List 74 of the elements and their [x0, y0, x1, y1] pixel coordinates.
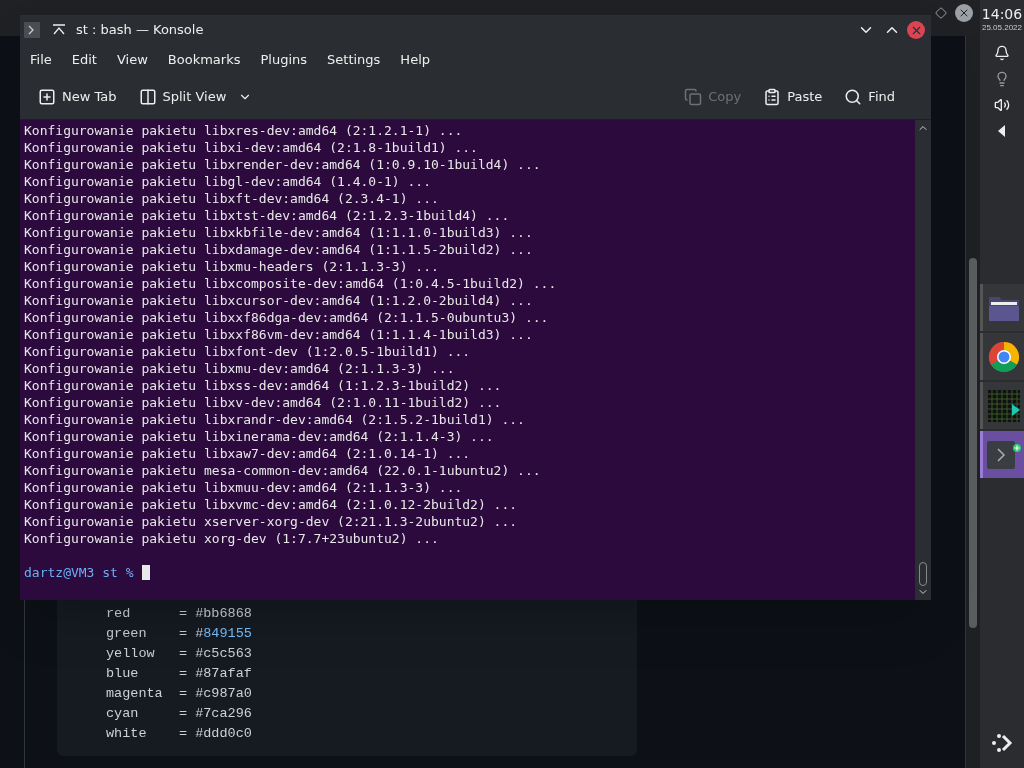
- new-tab-button[interactable]: New Tab: [36, 87, 119, 107]
- task-button[interactable]: [980, 333, 1024, 380]
- code-line: red = #bb6868: [106, 605, 253, 623]
- terminal-line: Konfigurowanie pakietu libxmuu-dev:amd64 (2:1.1.3-3) ...: [24, 479, 464, 496]
- close-icon: [958, 7, 970, 19]
- terminal-line: Konfigurowanie pakietu libxinerama-dev:amd64 (2:1.1.4-3) ...: [24, 428, 495, 445]
- close-button[interactable]: [955, 4, 973, 22]
- terminal-line: Konfigurowanie pakietu libxss-dev:amd64 (1:1.2.3-1build2) ...: [24, 377, 503, 394]
- diamond-icon[interactable]: [935, 7, 947, 19]
- menu-item[interactable]: View: [116, 50, 148, 70]
- round-logo-icon: [987, 340, 1020, 373]
- terminal-line: Konfigurowanie pakietu libxmu-headers (2:1.1.3-3) ...: [24, 258, 440, 275]
- menu-item[interactable]: Settings: [327, 50, 381, 70]
- terminal-line: Konfigurowanie pakietu libxres-dev:amd64 (2:1.2.1-1) ...: [24, 122, 464, 139]
- terminal-line: Konfigurowanie pakietu libgl-dev:amd64 (1.4.0-1) ...: [24, 173, 432, 190]
- close-button[interactable]: [907, 21, 925, 39]
- terminal-line: Konfigurowanie pakietu libxkbfile-dev:amd64 (1:1.1.0-1build3) ...: [24, 224, 534, 241]
- grid-chart-icon: [987, 389, 1020, 422]
- terminal-line: Konfigurowanie pakietu libxaw7-dev:amd64 (2:1.0.14-1) ...: [24, 445, 472, 462]
- launcher-icon[interactable]: [990, 732, 1014, 754]
- code-line: cyan = #7ca296: [106, 705, 253, 723]
- terminal-line: Konfigurowanie pakietu libxrandr-dev:amd64 (2:1.5.2-1build1) ...: [24, 411, 526, 428]
- terminal-line: Konfigurowanie pakietu libxfont-dev (1:2.0.5-1build1) ...: [24, 343, 472, 360]
- menu-item[interactable]: Edit: [71, 50, 97, 70]
- columns-icon: [138, 88, 157, 106]
- scrollbar[interactable]: [915, 120, 931, 600]
- search-icon: [844, 88, 863, 106]
- task-button[interactable]: [980, 382, 1024, 429]
- terminal-line: Konfigurowanie pakietu libxmu-dev:amd64 (2:1.1.3-3) ...: [24, 360, 456, 377]
- menu-item[interactable]: Plugins: [260, 50, 308, 70]
- window-title: st : bash — Konsole: [76, 21, 204, 40]
- code-line: green = #849155: [106, 625, 253, 643]
- lightbulb-icon[interactable]: [994, 71, 1010, 87]
- terminal-line: Konfigurowanie pakietu libxxf86dga-dev:amd64 (2:1.1.5-0ubuntu3) ...: [24, 309, 550, 326]
- terminal-line: Konfigurowanie pakietu libxxf86vm-dev:amd64 (1:1.1.4-1build3) ...: [24, 326, 534, 343]
- bell-icon[interactable]: [994, 45, 1010, 61]
- terminal-line: Konfigurowanie pakietu libxrender-dev:amd64 (1:0.9.10-1build4) ...: [24, 156, 542, 173]
- clock-date[interactable]: 25.05.2022: [981, 23, 1022, 33]
- terminal-icon: [986, 439, 1021, 470]
- menu-item[interactable]: File: [30, 50, 52, 70]
- terminal-line: Konfigurowanie pakietu xserver-xorg-dev (2:21.1.3-2ubuntu2) ...: [24, 513, 519, 530]
- menu-item[interactable]: Help: [400, 50, 430, 70]
- terminal-line: Konfigurowanie pakietu libxv-dev:amd64 (2:1.0.11-1build2) ...: [24, 394, 503, 411]
- task-button[interactable]: [980, 284, 1024, 331]
- expand-arrow-icon[interactable]: [998, 125, 1006, 137]
- clipboard-icon: [763, 88, 782, 106]
- scrollbar[interactable]: [966, 36, 980, 768]
- code-line: yellow = #c5c563: [106, 645, 253, 663]
- terminal-line: Konfigurowanie pakietu libxtst-dev:amd64 (2:1.2.3-1build4) ...: [24, 207, 511, 224]
- cursor: [141, 565, 150, 580]
- code-line: white = #ddd0c0: [106, 725, 253, 743]
- terminal-line: Konfigurowanie pakietu libxvmc-dev:amd64 (2:1.0.12-2build2) ...: [24, 496, 519, 513]
- terminal-line: Konfigurowanie pakietu libxft-dev:amd64 (2.3.4-1) ...: [24, 190, 440, 207]
- clock-time[interactable]: 14:06: [981, 5, 1023, 23]
- paste-button[interactable]: Paste: [761, 87, 825, 107]
- terminal-line: Konfigurowanie pakietu xorg-dev (1:7.7+23ubuntu2) ...: [24, 530, 440, 547]
- terminal-icon[interactable]: [24, 22, 40, 38]
- terminal-line: Konfigurowanie pakietu libxdamage-dev:amd64 (1:1.1.5-2build2) ...: [24, 241, 534, 258]
- task-button[interactable]: [980, 431, 1024, 478]
- find-button[interactable]: Find: [842, 87, 897, 107]
- terminal-line: Konfigurowanie pakietu libxcursor-dev:amd64 (1:1.2.0-2build4) ...: [24, 292, 534, 309]
- menu-item[interactable]: Bookmarks: [167, 50, 241, 70]
- speaker-icon[interactable]: [994, 97, 1010, 113]
- terminal-line: Konfigurowanie pakietu mesa-common-dev:amd64 (22.0.1-1ubuntu2) ...: [24, 462, 542, 479]
- code-line: blue = #87afaf: [106, 665, 253, 683]
- code-line: magenta = #c987a0: [106, 685, 253, 703]
- terminal-line: Konfigurowanie pakietu libxcomposite-dev:amd64 (1:0.4.5-1build2) ...: [24, 275, 558, 292]
- terminal-line: Konfigurowanie pakietu libxi-dev:amd64 (2:1.8-1build1) ...: [24, 139, 479, 156]
- shell-prompt: dartz@VM3 st %: [24, 564, 134, 581]
- scrollbar-thumb[interactable]: [969, 258, 977, 628]
- keep-above-icon[interactable]: [52, 24, 66, 36]
- new-tab-icon: [38, 88, 56, 106]
- copy-icon: [684, 88, 703, 106]
- split-view-button[interactable]: Split View: [136, 87, 255, 107]
